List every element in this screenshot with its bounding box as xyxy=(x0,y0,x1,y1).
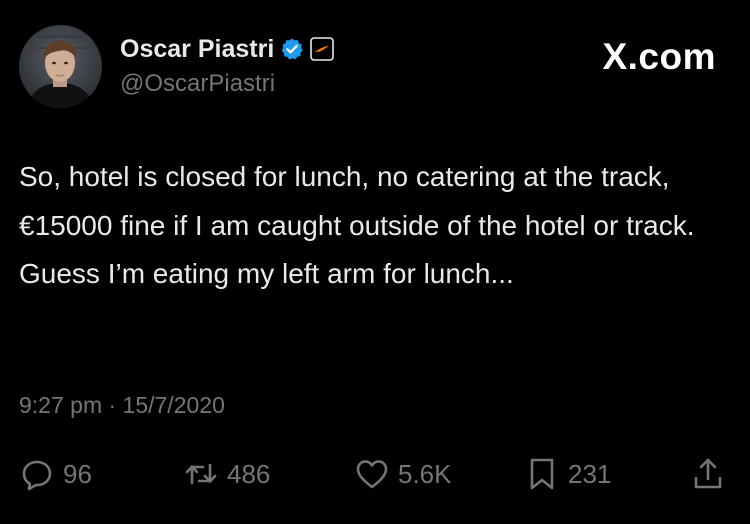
bookmark-button[interactable]: 231 xyxy=(524,450,611,498)
repost-button[interactable]: 486 xyxy=(183,450,270,498)
brand-logo: X.com xyxy=(602,36,716,77)
reply-icon xyxy=(19,456,55,492)
author-row: Oscar Piastri xyxy=(120,32,335,66)
like-count: 5.6K xyxy=(398,458,452,489)
repost-count: 486 xyxy=(227,458,271,489)
reply-count: 96 xyxy=(63,458,92,489)
like-button[interactable]: 5.6K xyxy=(354,450,452,498)
share-icon xyxy=(690,456,726,492)
action-bar: 96 486 5.6K 231 xyxy=(0,450,750,498)
repost-icon xyxy=(183,456,219,492)
heart-icon xyxy=(354,456,390,492)
share-button[interactable] xyxy=(690,450,726,498)
verified-badge-icon[interactable] xyxy=(280,37,304,61)
author-handle[interactable]: @OscarPiastri xyxy=(120,70,275,98)
reply-button[interactable]: 96 xyxy=(19,450,92,498)
bookmark-icon xyxy=(524,456,560,492)
tweet-timestamp[interactable]: 9:27 pm · 15/7/2020 xyxy=(19,392,225,419)
tweet-text: So, hotel is closed for lunch, no cateri… xyxy=(19,161,703,289)
avatar[interactable] xyxy=(19,25,102,108)
bookmark-count: 231 xyxy=(568,458,612,489)
mclaren-affiliate-icon[interactable] xyxy=(310,37,335,61)
author-display-name[interactable]: Oscar Piastri xyxy=(120,35,274,64)
